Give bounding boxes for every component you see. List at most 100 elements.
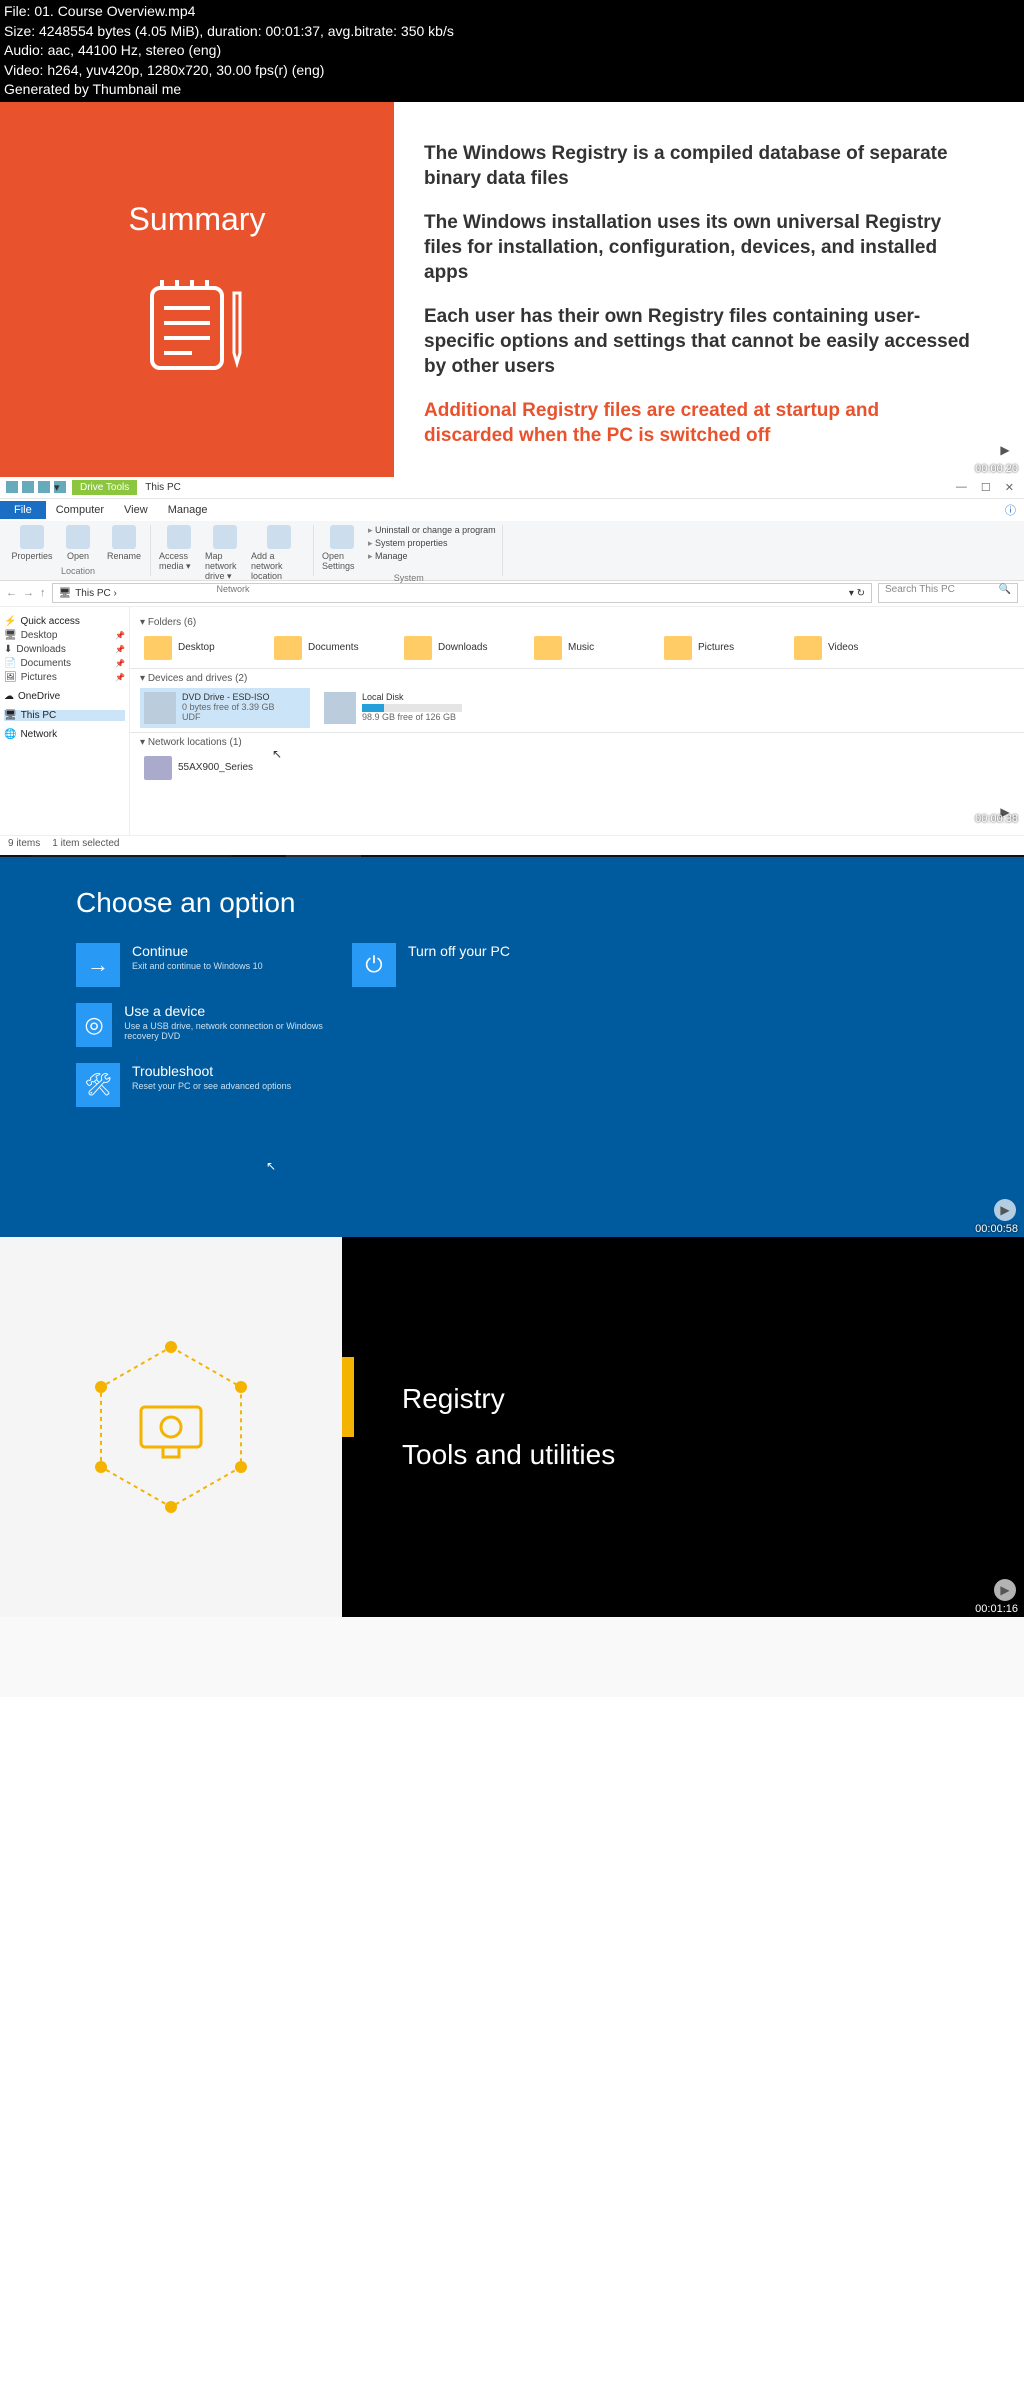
summary-p3: Each user has their own Registry files c… xyxy=(424,305,974,379)
rename-button[interactable]: Rename xyxy=(104,525,144,564)
search-box[interactable]: Search This PC🔍 xyxy=(878,583,1018,603)
summary-left-panel: Summary xyxy=(0,102,394,477)
system-properties-button[interactable]: System properties xyxy=(368,538,496,549)
registry-art-panel xyxy=(0,1237,342,1617)
system-group-label: System xyxy=(394,573,424,583)
timestamp-3: 00:00:58 xyxy=(975,1223,1018,1235)
window-controls: — ☐ ✕ xyxy=(956,481,1024,494)
uninstall-button[interactable]: Uninstall or change a program xyxy=(368,525,496,536)
meta-size: Size: 4248554 bytes (4.05 MiB), duration… xyxy=(4,22,1020,42)
sidebar-documents[interactable]: 📄 Documents📌 xyxy=(4,658,125,669)
folder-desktop[interactable]: Desktop xyxy=(140,632,270,664)
disc-icon xyxy=(144,692,176,724)
ribbon: Properties Open Rename Location Access m… xyxy=(0,521,1024,581)
play-icon[interactable]: ▶ xyxy=(994,1199,1016,1221)
disk-icon xyxy=(324,692,356,724)
back-button[interactable]: ← xyxy=(6,587,17,599)
folder-documents[interactable]: Documents xyxy=(270,632,400,664)
timestamp-4: 00:01:16 xyxy=(975,1603,1018,1615)
sidebar-pictures[interactable]: 🖼 Pictures📌 xyxy=(4,672,125,683)
manage-button[interactable]: Manage xyxy=(368,551,496,562)
registry-subheading: Tools and utilities xyxy=(402,1439,1024,1471)
cursor-icon: ↖ xyxy=(272,747,282,761)
maximize-button[interactable]: ☐ xyxy=(981,481,991,494)
help-icon[interactable]: ⓘ xyxy=(995,499,1024,521)
computer-tab[interactable]: Computer xyxy=(46,501,114,519)
bottom-decorative-strip xyxy=(0,1617,1024,1697)
folder-videos[interactable]: Videos xyxy=(790,632,920,664)
summary-p1: The Windows Registry is a compiled datab… xyxy=(424,142,974,191)
sidebar-downloads[interactable]: ⬇ Downloads📌 xyxy=(4,644,125,655)
status-bar: 9 items 1 item selected xyxy=(0,835,1024,855)
location-group-label: Location xyxy=(61,566,95,576)
system-list: Uninstall or change a program System pro… xyxy=(368,525,496,571)
use-device-option[interactable]: ◎ Use a deviceUse a USB drive, network c… xyxy=(76,1003,336,1047)
winre-title: Choose an option xyxy=(76,887,948,919)
registry-heading: Registry xyxy=(402,1383,1024,1415)
minimize-button[interactable]: — xyxy=(956,481,967,494)
properties-button[interactable]: Properties xyxy=(12,525,52,564)
disc-icon: ◎ xyxy=(76,1003,112,1047)
devices-section-header[interactable]: ▾ Devices and drives (2) xyxy=(130,668,1024,684)
meta-file: File: 01. Course Overview.mp4 xyxy=(4,2,1020,22)
timestamp-2: 00:00:38 xyxy=(975,813,1018,825)
troubleshoot-option[interactable]: 🛠 TroubleshootReset your PC or see advan… xyxy=(76,1063,336,1107)
sidebar-network[interactable]: 🌐 Network xyxy=(4,729,125,740)
summary-p4: Additional Registry files are created at… xyxy=(424,399,974,448)
ribbon-tabs: File Computer View Manage ⓘ xyxy=(0,499,1024,521)
meta-audio: Audio: aac, 44100 Hz, stereo (eng) xyxy=(4,41,1020,61)
network-section-header[interactable]: ▾ Network locations (1) xyxy=(130,732,1024,748)
view-tab[interactable]: View xyxy=(114,501,158,519)
turnoff-option[interactable]: ⏻ Turn off your PC xyxy=(352,943,612,987)
open-settings-button[interactable]: Open Settings xyxy=(322,525,362,571)
meta-video: Video: h264, yuv420p, 1280x720, 30.00 fp… xyxy=(4,61,1020,81)
navigation-pane: ⚡ Quick access 🖥 Desktop📌 ⬇ Downloads📌 📄… xyxy=(0,607,130,835)
metadata-header: File: 01. Course Overview.mp4 Size: 4248… xyxy=(0,0,1024,102)
folders-section-header[interactable]: ▾ Folders (6) xyxy=(140,617,1014,628)
address-bar-row: ← → ↑ 🖥 This PC ›▾ ↻ Search This PC🔍 xyxy=(0,581,1024,607)
forward-button[interactable]: → xyxy=(23,587,34,599)
power-icon: ⏻ xyxy=(352,943,396,987)
folder-pictures[interactable]: Pictures xyxy=(660,632,790,664)
folder-music[interactable]: Music xyxy=(530,632,660,664)
dvd-drive[interactable]: DVD Drive - ESD-ISO0 bytes free of 3.39 … xyxy=(140,688,310,728)
network-device[interactable]: 55AX900_Series xyxy=(140,752,270,784)
network-gear-icon xyxy=(81,1337,261,1517)
winre-screen: Choose an option → ContinueExit and cont… xyxy=(0,857,1024,1237)
summary-p2: The Windows installation uses its own un… xyxy=(424,211,974,285)
summary-title: Summary xyxy=(129,201,266,238)
sidebar-quick-access[interactable]: ⚡ Quick access xyxy=(4,616,125,627)
close-button[interactable]: ✕ xyxy=(1005,481,1014,494)
play-icon[interactable]: ▶ xyxy=(994,1579,1016,1601)
open-button[interactable]: Open xyxy=(58,525,98,564)
file-explorer-window: ▾ Drive Tools This PC — ☐ ✕ File Compute… xyxy=(0,477,1024,857)
local-disk[interactable]: Local Disk98.9 GB free of 126 GB xyxy=(320,688,490,728)
continue-option[interactable]: → ContinueExit and continue to Windows 1… xyxy=(76,943,336,987)
cursor-icon: ↖ xyxy=(266,1159,276,1173)
sidebar-onedrive[interactable]: ☁ OneDrive xyxy=(4,691,125,702)
file-tab[interactable]: File xyxy=(0,501,46,519)
folder-downloads[interactable]: Downloads xyxy=(400,632,530,664)
timestamp-1: 00:00:20 xyxy=(975,463,1018,475)
sidebar-this-pc[interactable]: 🖥 This PC xyxy=(4,710,125,721)
access-media-button[interactable]: Access media ▾ xyxy=(159,525,199,582)
qat-icons: ▾ xyxy=(0,481,72,493)
content-pane: ▾ Folders (6) Desktop Documents Download… xyxy=(130,607,1024,835)
titlebar: ▾ Drive Tools This PC — ☐ ✕ xyxy=(0,477,1024,499)
play-icon[interactable]: ▶ xyxy=(994,439,1016,461)
status-selected: 1 item selected xyxy=(52,838,119,853)
manage-tab[interactable]: Manage xyxy=(158,501,218,519)
address-bar[interactable]: 🖥 This PC ›▾ ↻ xyxy=(52,583,873,603)
registry-slide: Registry Tools and utilities ▶ 00:01:16 xyxy=(0,1237,1024,1617)
arrow-icon: → xyxy=(76,943,120,987)
registry-text-panel: Registry Tools and utilities xyxy=(342,1237,1024,1617)
map-drive-button[interactable]: Map network drive ▾ xyxy=(205,525,245,582)
drive-tools-tab[interactable]: Drive Tools xyxy=(72,480,137,495)
up-button[interactable]: ↑ xyxy=(40,587,46,599)
meta-generated: Generated by Thumbnail me xyxy=(4,80,1020,100)
summary-slide: Summary The Windows Registry is a compil… xyxy=(0,102,1024,477)
sidebar-desktop[interactable]: 🖥 Desktop📌 xyxy=(4,630,125,641)
window-title: This PC xyxy=(137,480,189,495)
notepad-icon xyxy=(142,278,252,378)
add-network-location-button[interactable]: Add a network location xyxy=(251,525,307,582)
